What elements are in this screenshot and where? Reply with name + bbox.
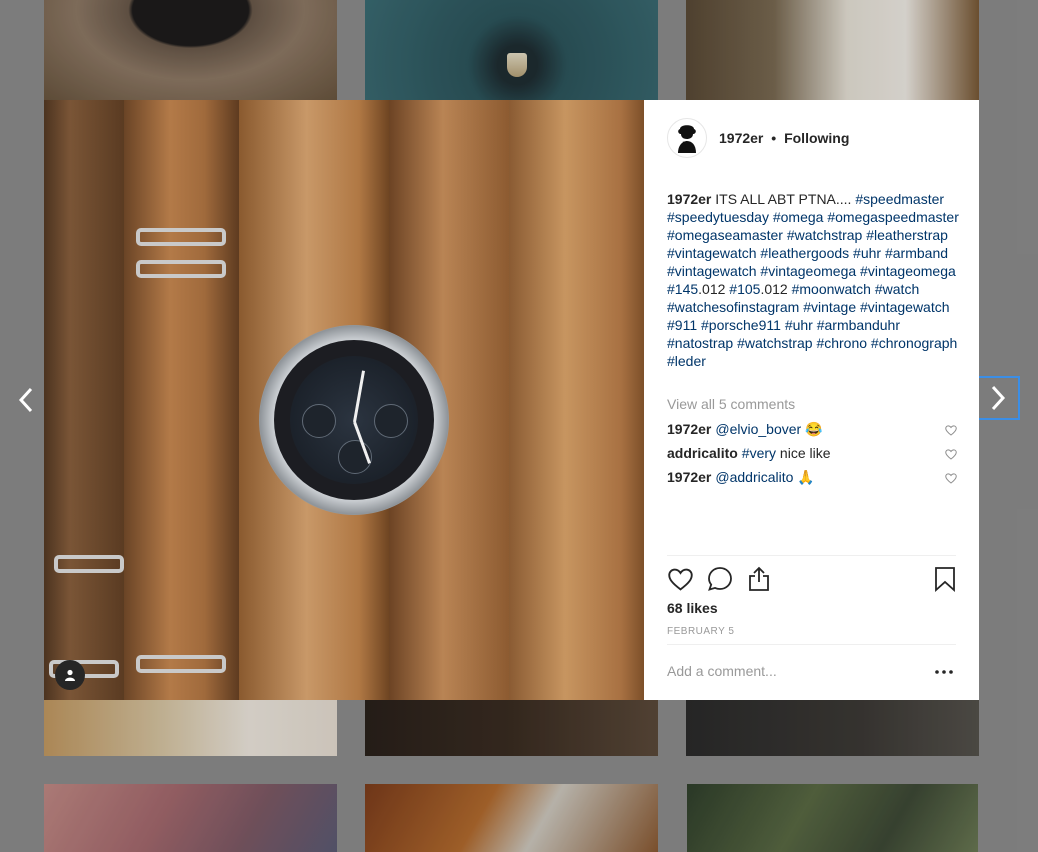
hashtag-link[interactable]: #armband	[885, 245, 948, 261]
post-actions	[667, 566, 958, 596]
more-options-button[interactable]	[933, 662, 955, 682]
hashtag-link[interactable]: #145	[667, 281, 698, 297]
chevron-left-icon	[18, 387, 33, 413]
heart-icon	[945, 473, 957, 484]
follow-status-button[interactable]: Following	[784, 130, 849, 146]
hashtag-link[interactable]: #omegaspeedmaster	[827, 209, 959, 225]
caption-text-segment: .012	[760, 281, 792, 297]
hashtag-link[interactable]: #vintageomega	[860, 263, 956, 279]
hashtag-link[interactable]: #leathergoods	[760, 245, 849, 261]
comment-text: 😂	[801, 421, 823, 437]
more-dots-icon	[935, 670, 953, 674]
caption-username[interactable]: 1972er	[667, 191, 711, 207]
comment-like-button[interactable]	[945, 471, 957, 487]
strap-2	[124, 100, 239, 700]
post-header: 1972er • Following	[644, 100, 979, 176]
hashtag-link[interactable]: #watch	[875, 281, 919, 297]
add-comment-input[interactable]: Add a comment...	[667, 663, 777, 679]
comment-item: 1972er @addricalito 🙏	[667, 469, 959, 487]
divider	[667, 644, 956, 645]
hashtag-link[interactable]: #omegaseamaster	[667, 227, 783, 243]
hashtag-link[interactable]: #911	[667, 317, 697, 333]
comment-mention[interactable]: #very	[742, 445, 776, 461]
hashtag-link[interactable]: #vintageomega	[760, 263, 856, 279]
post-caption: 1972er ITS ALL ABT PTNA.... #speedmaster…	[667, 190, 959, 370]
watch-subdial	[374, 404, 408, 438]
chevron-right-icon	[991, 385, 1006, 411]
hashtag-link[interactable]: #vintage	[803, 299, 856, 315]
share-button[interactable]	[746, 566, 772, 592]
hashtag-link[interactable]: #105	[729, 281, 760, 297]
hashtag-link[interactable]: #leatherstrap	[866, 227, 948, 243]
author-avatar-image	[670, 121, 704, 155]
hashtag-link[interactable]: #watchstrap	[737, 335, 812, 351]
post-photo[interactable]	[44, 100, 644, 700]
likes-count[interactable]: 68 likes	[667, 600, 718, 616]
hashtag-link[interactable]: #vintagewatch	[667, 263, 757, 279]
hashtag-link[interactable]: #speedmaster	[855, 191, 944, 207]
strap-buckle	[136, 228, 226, 246]
comment-like-button[interactable]	[945, 423, 957, 439]
strap-buckle	[54, 555, 124, 573]
heart-icon	[667, 568, 693, 591]
comment-username[interactable]: 1972er	[667, 469, 711, 485]
caption-text-segment: .012	[698, 281, 730, 297]
watch-subdial	[302, 404, 336, 438]
hashtag-link[interactable]: #chronograph	[871, 335, 957, 351]
author-line: 1972er • Following	[719, 130, 849, 146]
hashtag-link[interactable]: #vintagewatch	[667, 245, 757, 261]
share-icon	[749, 566, 769, 591]
comment-item: addricalito #very nice like	[667, 445, 959, 463]
comment-like-button[interactable]	[945, 447, 957, 463]
heart-icon	[945, 449, 957, 460]
comment-text: nice like	[776, 445, 831, 461]
comment-username[interactable]: 1972er	[667, 421, 711, 437]
hashtag-link[interactable]: #speedytuesday	[667, 209, 769, 225]
header-separator: •	[771, 130, 777, 146]
hashtag-link[interactable]: #uhr	[853, 245, 881, 261]
author-avatar[interactable]	[667, 118, 707, 158]
hashtag-link[interactable]: #moonwatch	[792, 281, 871, 297]
hashtag-link[interactable]: #porsche911	[701, 317, 781, 333]
post-date[interactable]: FEBRUARY 5	[667, 626, 734, 637]
post-modal: 1972er • Following 1972er ITS ALL ABT PT…	[44, 100, 979, 700]
strap-1	[44, 100, 124, 700]
hashtag-link[interactable]: #chrono	[816, 335, 867, 351]
comment-username[interactable]: addricalito	[667, 445, 738, 461]
view-all-comments-link[interactable]: View all 5 comments	[667, 396, 795, 412]
like-button[interactable]	[667, 566, 693, 592]
save-button[interactable]	[932, 566, 958, 592]
user-silhouette-icon	[65, 669, 75, 681]
author-username[interactable]: 1972er	[719, 130, 763, 146]
hashtag-link[interactable]: #omega	[773, 209, 824, 225]
hashtag-link[interactable]: #vintagewatch	[860, 299, 950, 315]
hashtag-link[interactable]: #watchesofinstagram	[667, 299, 799, 315]
strap-buckle	[136, 260, 226, 278]
comment-button[interactable]	[707, 566, 733, 592]
post-sidebar: 1972er • Following 1972er ITS ALL ABT PT…	[644, 100, 979, 700]
caption-text-segment: ITS ALL ABT PTNA....	[711, 191, 856, 207]
strap-5	[509, 100, 644, 700]
hashtag-link[interactable]: #watchstrap	[787, 227, 862, 243]
comment-mention[interactable]: @elvio_bover	[715, 421, 801, 437]
hashtag-link[interactable]: #armbanduhr	[817, 317, 900, 333]
bookmark-icon	[935, 567, 955, 592]
tagged-user-button[interactable]	[55, 660, 85, 690]
hashtag-link[interactable]: #natostrap	[667, 335, 733, 351]
hashtag-link[interactable]: #leder	[667, 353, 706, 369]
previous-post-button[interactable]	[6, 380, 46, 420]
hashtag-link[interactable]: #uhr	[785, 317, 813, 333]
comment-item: 1972er @elvio_bover 😂	[667, 421, 959, 439]
comment-mention[interactable]: @addricalito	[715, 469, 793, 485]
comment-bubble-icon	[708, 567, 732, 591]
comment-text: 🙏	[793, 469, 815, 485]
caption-text: ITS ALL ABT PTNA.... #speedmaster #speed…	[667, 191, 959, 369]
next-post-button[interactable]	[976, 376, 1020, 420]
heart-icon	[945, 425, 957, 436]
divider	[667, 555, 956, 556]
strap-buckle	[136, 655, 226, 673]
